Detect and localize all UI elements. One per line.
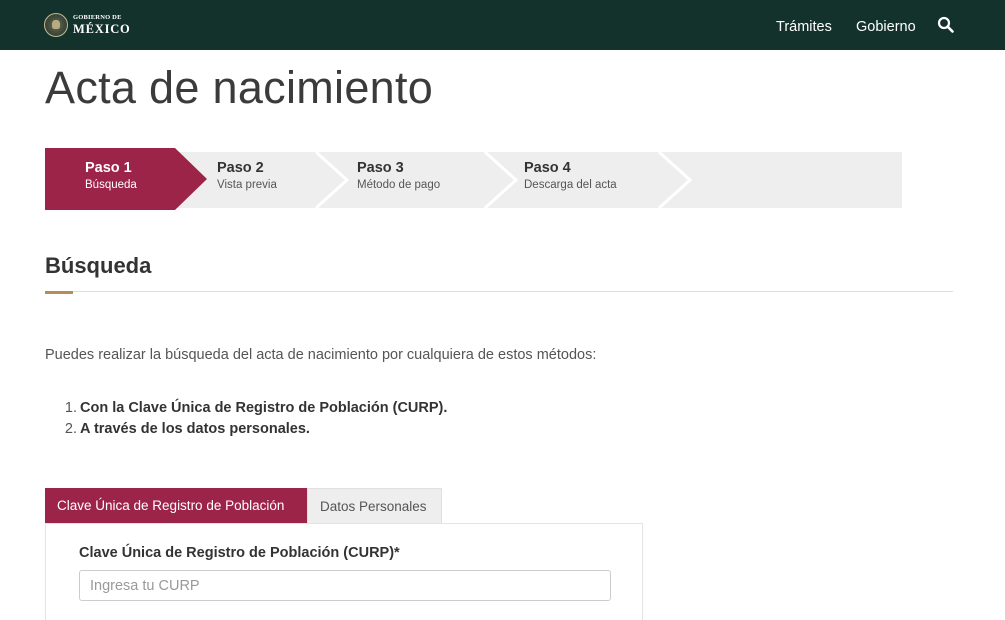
page-title: Acta de nacimiento — [45, 62, 434, 113]
section-title-accent — [45, 291, 73, 294]
top-navbar: GOBIERNO DE MÉXICO Trámites Gobierno — [0, 0, 1005, 50]
tab-datos-personales[interactable]: Datos Personales — [307, 488, 442, 524]
intro-text: Puedes realizar la búsqueda del acta de … — [45, 347, 597, 363]
list-item-number: 1. — [64, 400, 77, 416]
progress-stepper: Paso 1 Búsqueda Paso 2 Vista previa Paso… — [45, 146, 905, 210]
search-icon[interactable] — [937, 16, 955, 34]
step-3: Paso 3 Método de pago — [357, 160, 440, 193]
list-item: 2. A través de los datos personales. — [60, 419, 447, 440]
step-description: Vista previa — [217, 179, 277, 191]
step-2: Paso 2 Vista previa — [217, 160, 277, 193]
step-1: Paso 1 Búsqueda — [85, 160, 137, 193]
list-item: 1. Con la Clave Única de Registro de Pob… — [60, 398, 448, 419]
step-4: Paso 4 Descarga del acta — [524, 160, 617, 193]
curp-field-label: Clave Única de Registro de Población (CU… — [79, 545, 400, 561]
tab-curp[interactable]: Clave Única de Registro de Población — [45, 488, 307, 524]
list-item-text: Con la Clave Única de Registro de Poblac… — [80, 400, 448, 416]
list-item-number: 2. — [64, 421, 77, 437]
step-description: Búsqueda — [85, 179, 137, 191]
curp-form-panel: Clave Única de Registro de Población (CU… — [45, 523, 643, 620]
step-number: Paso 3 — [357, 160, 404, 176]
section-title: Búsqueda — [45, 253, 152, 278]
step-description: Método de pago — [357, 179, 441, 191]
stepper-background — [45, 148, 902, 210]
section-divider — [73, 291, 953, 292]
logo-text-big: MÉXICO — [73, 21, 131, 36]
nav-link-gobierno[interactable]: Gobierno — [856, 19, 916, 35]
logo-text-small: GOBIERNO DE — [73, 14, 122, 21]
step-number: Paso 2 — [217, 160, 264, 176]
nav-link-tramites[interactable]: Trámites — [776, 19, 832, 35]
national-seal-icon — [44, 13, 68, 37]
step-number: Paso 1 — [85, 160, 132, 176]
step-number: Paso 4 — [524, 160, 571, 176]
gobierno-mexico-logo[interactable]: GOBIERNO DE MÉXICO — [44, 12, 131, 38]
search-tabs: Clave Única de Registro de Población Dat… — [45, 488, 442, 524]
search-methods-list: 1. Con la Clave Única de Registro de Pob… — [60, 398, 448, 440]
list-item-text: A través de los datos personales. — [80, 421, 310, 437]
curp-input[interactable] — [79, 570, 611, 601]
step-description: Descarga del acta — [524, 179, 617, 191]
